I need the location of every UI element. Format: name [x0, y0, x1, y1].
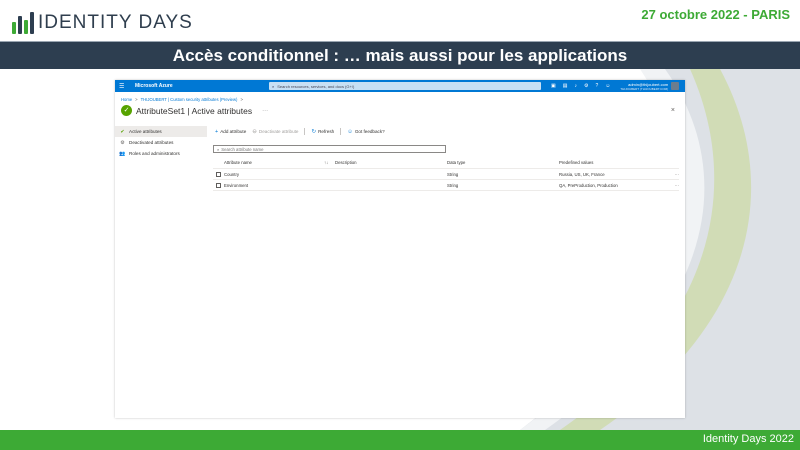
- column-header-description[interactable]: Description: [335, 160, 447, 165]
- refresh-icon: ↻: [311, 128, 317, 135]
- azure-brand[interactable]: Microsoft Azure: [135, 83, 255, 89]
- breadcrumb-separator: >: [240, 97, 243, 102]
- cell-predefined-values: QA, PreProduction, Production: [559, 182, 618, 188]
- hamburger-menu-icon[interactable]: ☰: [119, 83, 129, 90]
- search-icon: ⌕: [217, 146, 220, 152]
- azure-search-placeholder: Search resources, services, and docs (G+…: [277, 83, 355, 89]
- refresh-button[interactable]: ↻ Refresh: [311, 129, 334, 135]
- add-attribute-button[interactable]: + Add attribute: [215, 129, 246, 135]
- toolbar-divider: [304, 128, 306, 135]
- footer-bar: Identity Days 2022: [0, 430, 800, 450]
- attribute-search-input[interactable]: [221, 146, 422, 152]
- cell-predefined-values: Russia, US, UK, France: [559, 171, 605, 177]
- add-attribute-label: Add attribute: [220, 129, 247, 134]
- plus-icon: +: [215, 128, 219, 135]
- nav-item-roles-and-administrators[interactable]: 👥 Roles and administrators: [115, 148, 207, 159]
- settings-icon[interactable]: ⚙: [584, 83, 588, 89]
- attribute-search-field[interactable]: ⌕: [213, 145, 446, 153]
- cell-data-type: String: [447, 171, 459, 177]
- footer-text: Identity Days 2022: [702, 433, 794, 445]
- more-options-icon[interactable]: ···: [262, 108, 268, 114]
- check-circle-icon: ✓: [121, 105, 132, 116]
- close-icon[interactable]: ×: [671, 107, 675, 114]
- directory-filter-icon[interactable]: ▤: [563, 83, 568, 89]
- nav-item-label: Roles and administrators: [129, 151, 180, 156]
- row-checkbox[interactable]: [216, 171, 221, 177]
- table-row[interactable]: Country String Russia, US, UK, France ··…: [213, 169, 679, 180]
- command-bar: + Add attribute ⊖ Deactivate attribute ↻…: [215, 128, 391, 135]
- cell-attribute-name[interactable]: Country: [224, 172, 324, 177]
- breadcrumb-parent[interactable]: THIJOUBERT | Custom security attributes …: [141, 97, 238, 102]
- column-header-data-type[interactable]: Data type: [447, 160, 559, 165]
- feedback-icon[interactable]: ☺: [605, 83, 610, 89]
- feedback-icon: ☺: [347, 128, 353, 135]
- deactivate-attribute-label: Deactivate attribute: [258, 129, 299, 134]
- azure-topbar-icons: ▣ ▤ ♪ ⚙ ? ☺: [551, 83, 610, 89]
- account-menu[interactable]: admin@thijoubert.com THIJOUBERT (THIJOUB…: [620, 82, 680, 91]
- logo-bars-icon: [12, 10, 34, 34]
- azure-top-bar: ☰ Microsoft Azure ⌕ Search resources, se…: [115, 80, 685, 92]
- account-tenant: THIJOUBERT (THIJOUBERT.COM): [620, 86, 669, 91]
- event-date: 27 octobre 2022 - PARIS: [641, 7, 790, 22]
- breadcrumb-separator: >: [135, 97, 138, 102]
- title-bar: Accès conditionnel : … mais aussi pour l…: [0, 41, 800, 69]
- help-icon[interactable]: ?: [595, 83, 598, 89]
- notifications-icon[interactable]: ♪: [574, 83, 577, 89]
- breadcrumb-home[interactable]: Home: [121, 97, 132, 102]
- sort-icon[interactable]: ↑↓: [324, 160, 335, 165]
- column-header-predefined-values[interactable]: Predefined values: [559, 160, 667, 165]
- block-icon: ⊖: [252, 128, 257, 135]
- more-options-icon[interactable]: ···: [667, 183, 679, 188]
- nav-item-label: Deactivated attributes: [129, 140, 174, 145]
- azure-portal-screenshot: ☰ Microsoft Azure ⌕ Search resources, se…: [115, 80, 685, 418]
- attributes-table: Attribute name ↑↓ Description Data type …: [213, 157, 679, 191]
- slide-title: Accès conditionnel : … mais aussi pour l…: [172, 46, 628, 65]
- logo-text: IDENTITY DAYS: [38, 12, 193, 33]
- more-options-icon[interactable]: ···: [667, 172, 679, 177]
- deactivate-attribute-button[interactable]: ⊖ Deactivate attribute: [252, 129, 298, 135]
- avatar[interactable]: [671, 82, 680, 90]
- cloud-shell-icon[interactable]: ▣: [551, 83, 556, 89]
- column-header-attribute-name[interactable]: Attribute name: [224, 160, 324, 165]
- table-row[interactable]: Environment String QA, PreProduction, Pr…: [213, 180, 679, 191]
- gear-icon: ⚙: [120, 139, 125, 146]
- azure-global-search[interactable]: ⌕ Search resources, services, and docs (…: [269, 82, 541, 90]
- people-icon: 👥: [119, 150, 126, 157]
- refresh-label: Refresh: [318, 129, 335, 134]
- left-nav: ✔ Active attributes ⚙ Deactivated attrib…: [115, 126, 207, 159]
- row-checkbox[interactable]: [216, 182, 221, 188]
- slide: IDENTITY DAYS 27 octobre 2022 - PARIS Ac…: [0, 0, 800, 450]
- nav-item-label: Active attributes: [129, 129, 162, 134]
- check-circle-icon: ✔: [120, 128, 125, 135]
- blade-header: ✓ AttributeSet1 | Active attributes ···: [121, 105, 268, 116]
- feedback-label: Got feedback?: [354, 129, 385, 134]
- feedback-button[interactable]: ☺ Got feedback?: [347, 129, 385, 135]
- cell-attribute-name[interactable]: Environment: [224, 183, 324, 188]
- nav-item-deactivated-attributes[interactable]: ⚙ Deactivated attributes: [115, 137, 207, 148]
- table-header: Attribute name ↑↓ Description Data type …: [213, 157, 679, 169]
- breadcrumb: Home > THIJOUBERT | Custom security attr…: [121, 97, 243, 102]
- identity-days-logo: IDENTITY DAYS: [12, 8, 193, 34]
- page-title: AttributeSet1 | Active attributes: [136, 105, 253, 116]
- nav-item-active-attributes[interactable]: ✔ Active attributes: [115, 126, 207, 137]
- toolbar-divider: [340, 128, 342, 135]
- cell-data-type: String: [447, 182, 459, 188]
- search-icon: ⌕: [272, 83, 275, 89]
